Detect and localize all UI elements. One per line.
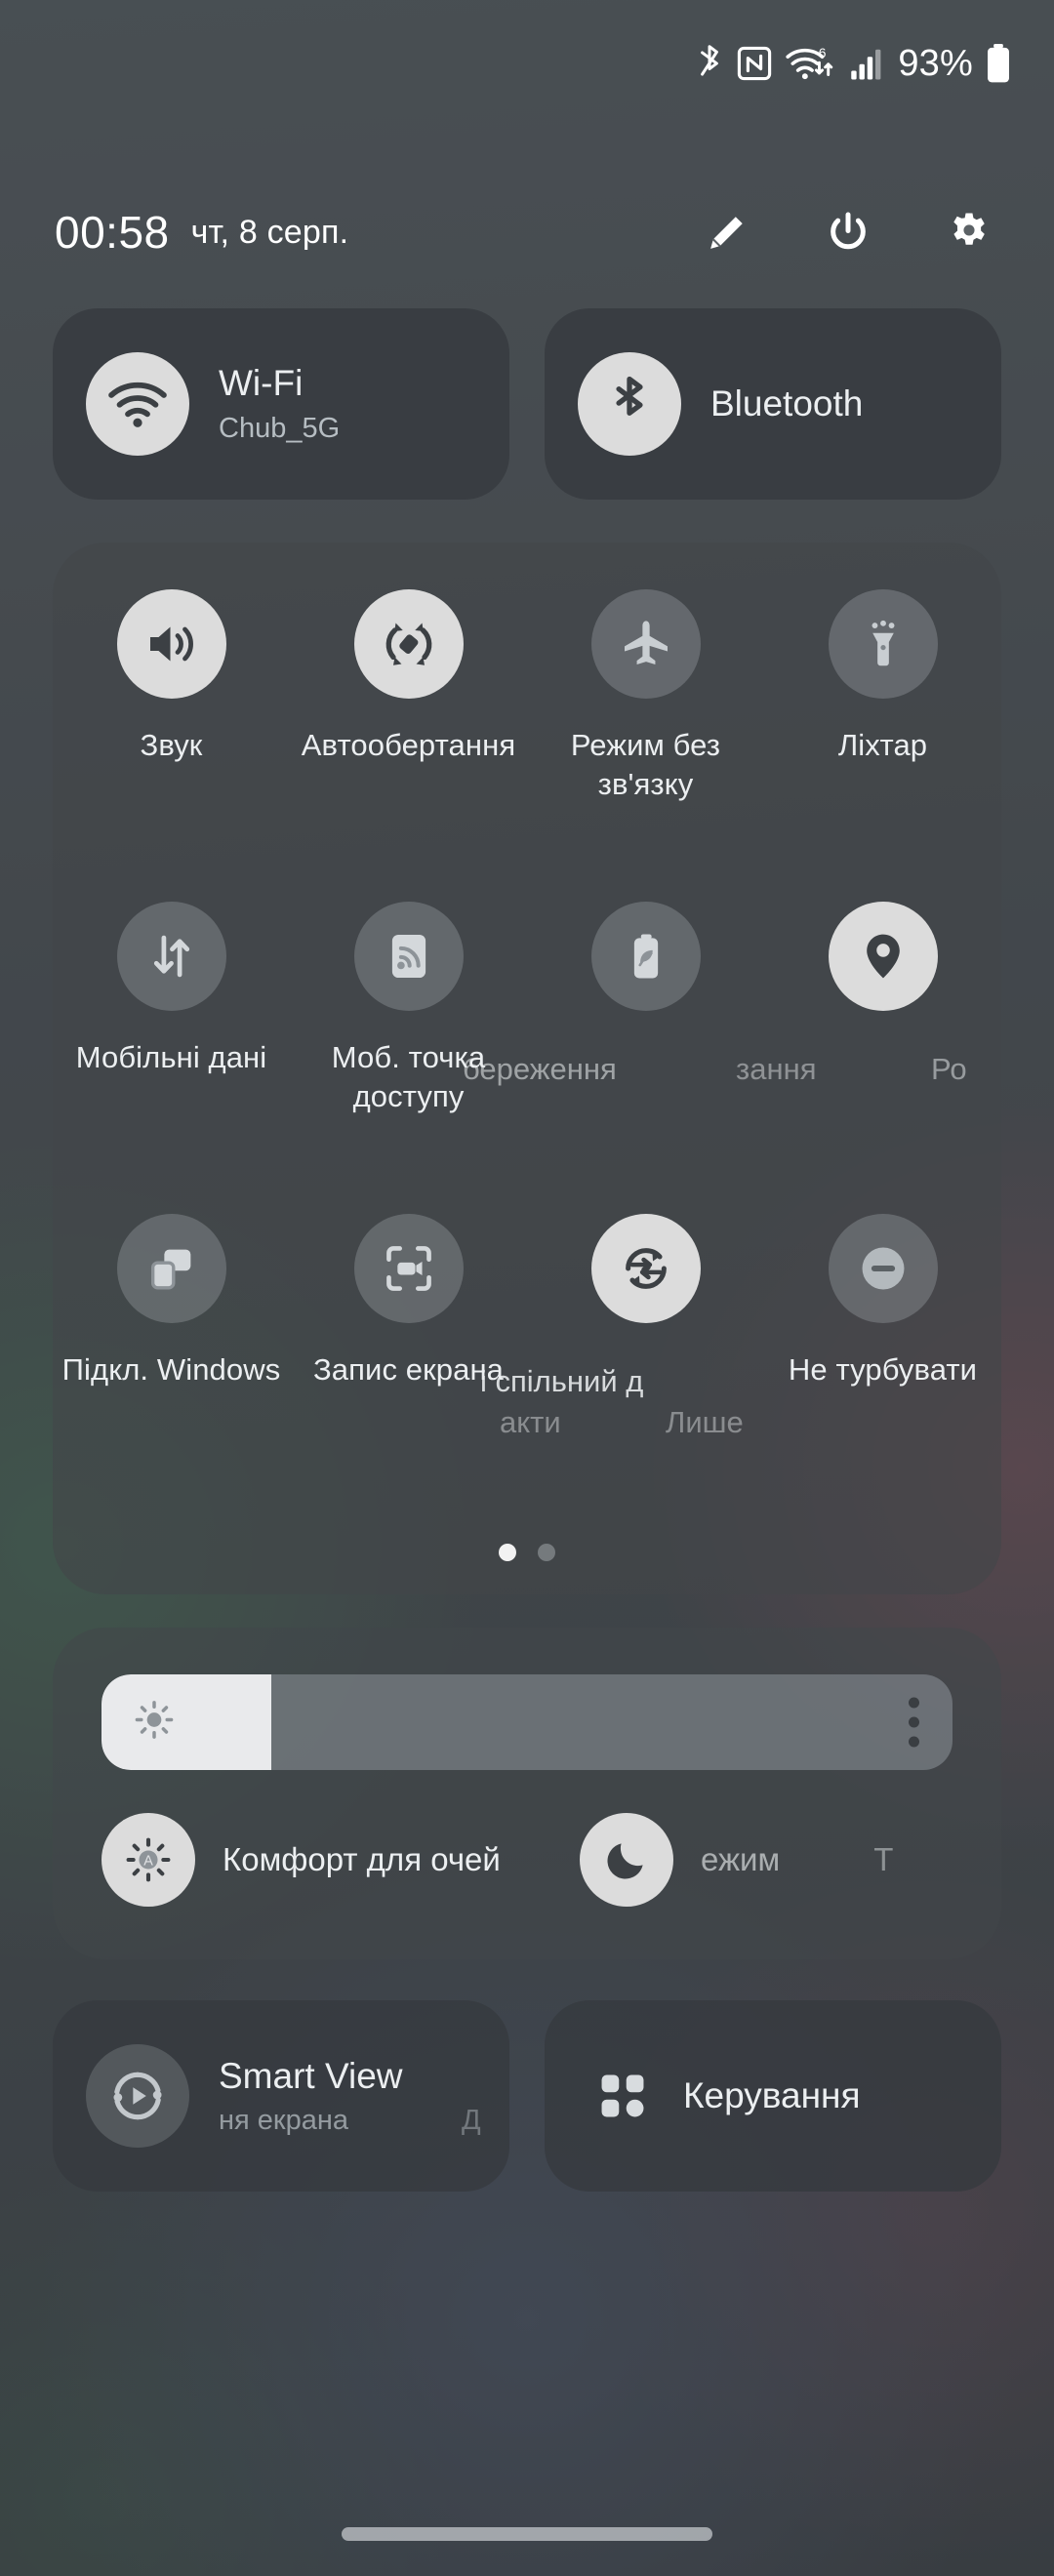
page-dot-1[interactable] (499, 1544, 516, 1561)
tile-mobile-data[interactable]: Мобільні дані (53, 902, 290, 1077)
tile-label: Звук (140, 728, 203, 762)
eye-comfort-toggle[interactable]: A Комфорт для очей (101, 1813, 501, 1907)
nfc-icon (737, 46, 772, 81)
signal-bars-icon (850, 46, 883, 81)
tile-label: Не турбувати (788, 1352, 978, 1387)
page-indicator (53, 1544, 1001, 1561)
hotspot-icon (353, 902, 464, 1011)
panel-header: 00:58 чт, 8 серп. (0, 174, 1054, 291)
tile-label: Моб. точка доступу (331, 1040, 486, 1114)
date-label: чт, 8 серп. (190, 213, 349, 251)
eye-comfort-auto-icon: A (101, 1813, 195, 1907)
airplane-icon (590, 589, 701, 699)
eye-comfort-label: Комфорт для очей (223, 1841, 501, 1877)
tile-label: Запис екрана (312, 1352, 505, 1387)
auto-rotate-icon (353, 589, 464, 699)
bluetooth-icon (695, 43, 724, 84)
quick-settings-row: Мобільні дані Моб. точка доступу (53, 902, 1001, 1214)
status-bar: 6 93% (0, 0, 1054, 127)
bluetooth-tile[interactable]: Bluetooth (545, 308, 1001, 500)
smart-view-title: Smart View (219, 2055, 403, 2096)
header-actions (705, 210, 1003, 255)
volume-icon (116, 589, 226, 699)
quick-settings-grid: Звук Автообертання Режим без зв'язку Ліх… (53, 543, 1001, 1594)
edit-button[interactable] (705, 210, 750, 255)
battery-percent-label: 93% (898, 42, 973, 84)
svg-text:A: A (143, 1854, 153, 1870)
tile-label: Режим без зв'язку (570, 728, 721, 802)
home-gesture-bar[interactable] (342, 2527, 712, 2541)
battery-full-icon (986, 43, 1011, 84)
brightness-slider[interactable] (101, 1674, 953, 1770)
tile-screen-record[interactable]: Запис екрана (290, 1214, 527, 1389)
dark-mode-label: ежим (701, 1841, 781, 1877)
tile-label: Ліхтар (837, 728, 928, 762)
wifi-network-name: Chub_5G (219, 412, 341, 444)
do-not-disturb-icon (828, 1214, 938, 1323)
tile-label: Підкл. Windows (61, 1352, 281, 1387)
dark-mode-toggle[interactable]: ежим Т (580, 1813, 893, 1907)
tile-flashlight[interactable]: Ліхтар (764, 589, 1001, 765)
devices-title: Керування (683, 2075, 861, 2115)
location-pin-icon (828, 902, 938, 1011)
brightness-sun-icon (133, 1699, 176, 1747)
tile-auto-rotate[interactable]: Автообертання (290, 589, 527, 765)
bluetooth-icon (578, 352, 681, 456)
tile-hotspot[interactable]: Моб. точка доступу (290, 902, 527, 1117)
screen-record-icon (353, 1214, 464, 1323)
smart-view-tile[interactable]: Smart View ня екрана Д (53, 2000, 509, 2192)
brightness-slider-fill (101, 1674, 272, 1770)
display-modes-row: A Комфорт для очей ежим Т (53, 1805, 1001, 1942)
more-vertical-icon[interactable] (909, 1697, 919, 1748)
moon-icon (580, 1813, 673, 1907)
tile-nearby-share[interactable] (527, 1214, 764, 1350)
svg-text:6: 6 (819, 45, 827, 60)
flashlight-icon (828, 589, 938, 699)
wifi-tile[interactable]: Wi-Fi Chub_5G (53, 308, 509, 500)
power-button[interactable] (826, 210, 871, 255)
tile-label: Автообертання (301, 728, 516, 762)
tile-airplane-mode[interactable]: Режим без зв'язку (527, 589, 764, 805)
devices-grid-icon (595, 2069, 650, 2123)
wifi-title: Wi-Fi (219, 363, 304, 404)
mobile-data-icon (116, 902, 226, 1011)
smart-view-subtitle: ня екрана (219, 2104, 348, 2136)
smart-view-icon (86, 2044, 189, 2148)
tile-power-saving[interactable] (527, 902, 764, 1038)
quick-settings-row: Звук Автообертання Режим без зв'язку Ліх… (53, 589, 1001, 902)
wifi-6-data-icon: 6 (785, 44, 837, 83)
page-dot-2[interactable] (538, 1544, 555, 1561)
link-to-windows-icon (116, 1214, 226, 1323)
quick-settings-row: Підкл. Windows Запис екрана Не турбувати (53, 1214, 1001, 1526)
settings-button[interactable] (947, 210, 992, 255)
tile-label: Мобільні дані (75, 1040, 267, 1074)
power-saving-icon (590, 902, 701, 1011)
tile-do-not-disturb[interactable]: Не турбувати (764, 1214, 1001, 1389)
connectivity-row: Wi-Fi Chub_5G Bluetooth (53, 308, 1001, 500)
bluetooth-title: Bluetooth (710, 382, 864, 423)
tile-sound[interactable]: Звук (53, 589, 290, 765)
nearby-share-icon (590, 1214, 701, 1323)
bottom-tiles-row: Smart View ня екрана Д Керування (53, 2000, 1001, 2192)
devices-tile[interactable]: Керування (545, 2000, 1001, 2192)
smart-view-extra: Д (462, 2104, 481, 2136)
clock-label: 00:58 (55, 207, 170, 258)
tile-location[interactable] (764, 902, 1001, 1038)
wifi-icon (86, 352, 189, 456)
brightness-panel: A Комфорт для очей ежим Т (53, 1628, 1001, 1959)
dark-mode-extra-label: Т (873, 1841, 894, 1877)
tile-link-to-windows[interactable]: Підкл. Windows (53, 1214, 290, 1389)
